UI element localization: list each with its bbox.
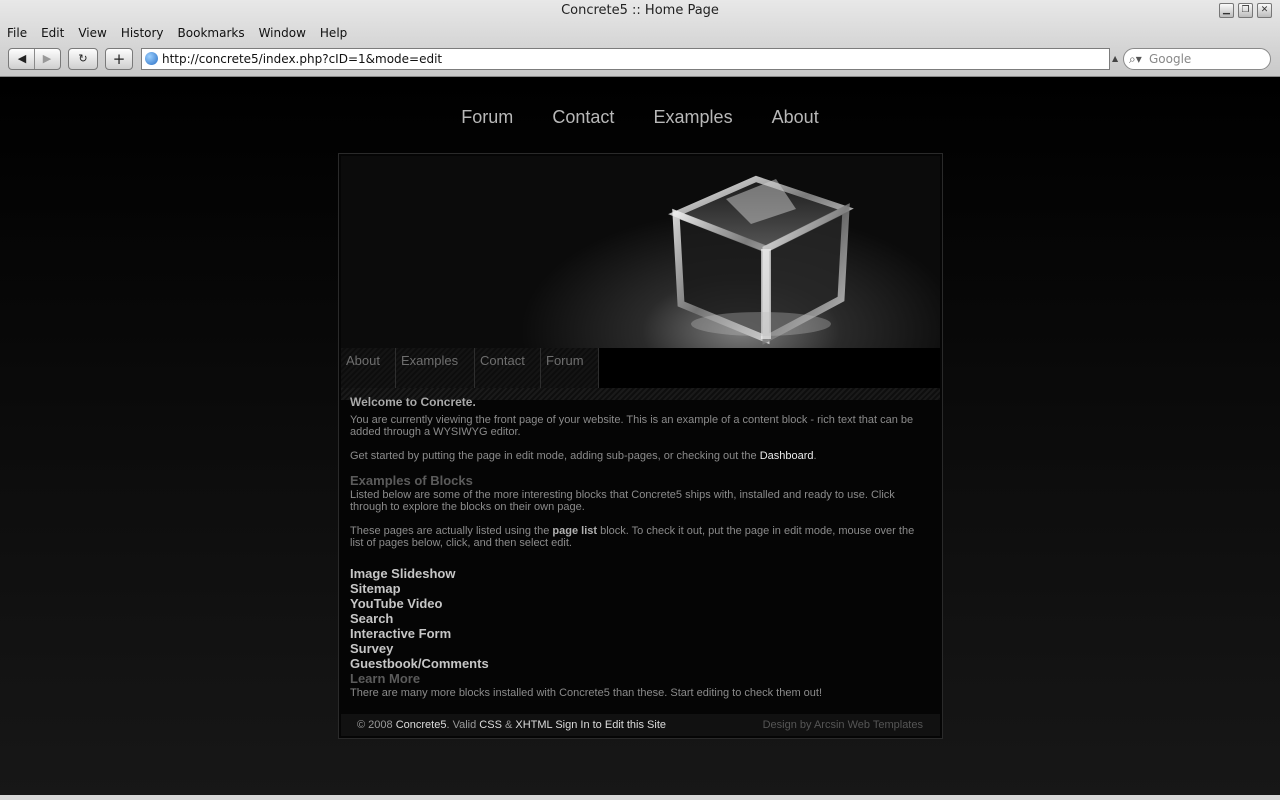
menu-help[interactable]: Help (313, 24, 354, 42)
glass-cube-image (668, 175, 854, 345)
list-item[interactable]: Sitemap (350, 581, 489, 596)
search-placeholder: Google (1149, 52, 1192, 66)
top-nav-examples[interactable]: Examples (654, 107, 733, 128)
back-forward-group: ◀ ▶ (8, 48, 61, 70)
sub-nav-about[interactable]: About (341, 348, 396, 388)
list-item[interactable]: Survey (350, 641, 489, 656)
globe-icon (145, 52, 158, 65)
ampersand-text: & (504, 719, 513, 731)
list-item[interactable]: Guestbook/Comments (350, 656, 489, 671)
browser-chrome: Concrete5 :: Home Page ▁ ❐ ✕ File Edit V… (0, 0, 1280, 77)
menu-bar: File Edit View History Bookmarks Window … (0, 24, 354, 42)
url-dropdown-icon[interactable]: ▲ (1112, 54, 1118, 63)
top-nav-contact[interactable]: Contact (552, 107, 614, 128)
dashboard-link[interactable]: Dashboard (760, 450, 814, 462)
status-bar (0, 795, 1280, 800)
page-list-bold: page list (552, 525, 598, 537)
address-bar[interactable]: http://concrete5/index.php?cID=1&mode=ed… (141, 48, 1110, 70)
sub-nav-forum[interactable]: Forum (541, 348, 599, 388)
search-field[interactable]: ⌕▾ Google (1123, 48, 1271, 70)
menu-edit[interactable]: Edit (34, 24, 71, 42)
get-started-label: Get started by putting the page in edit … (350, 450, 757, 462)
sub-nav-contact[interactable]: Contact (475, 348, 541, 388)
get-started-end: . (813, 450, 817, 462)
plus-icon[interactable]: + (105, 48, 133, 70)
search-icon: ⌕▾ (1129, 52, 1142, 66)
menu-history[interactable]: History (114, 24, 171, 42)
learn-more-text: There are many more blocks installed wit… (350, 687, 823, 699)
css-link[interactable]: CSS (479, 719, 502, 731)
footer-left: © 2008 Concrete5. Valid CSS & XHTML Sign… (357, 714, 666, 736)
get-started-text: Get started by putting the page in edit … (350, 450, 930, 462)
forward-arrow-icon[interactable]: ▶ (34, 49, 59, 69)
sub-nav-examples[interactable]: Examples (396, 348, 475, 388)
list-item[interactable]: Interactive Form (350, 626, 489, 641)
menu-window[interactable]: Window (252, 24, 313, 42)
header-banner (341, 156, 940, 348)
back-arrow-icon[interactable]: ◀ (10, 49, 34, 69)
sub-navigation: About Examples Contact Forum (341, 348, 940, 388)
site-footer: © 2008 Concrete5. Valid CSS & XHTML Sign… (341, 714, 940, 736)
minimize-icon[interactable]: ▁ (1219, 3, 1234, 18)
reload-icon[interactable]: ↻ (68, 48, 98, 70)
top-nav-about[interactable]: About (772, 107, 819, 128)
top-navigation: Forum Contact Examples About (0, 107, 1280, 128)
learn-more-heading: Learn More (350, 671, 421, 686)
sign-in-link[interactable]: Sign In to Edit this Site (555, 719, 666, 731)
list-item[interactable]: Image Slideshow (350, 566, 489, 581)
navigation-toolbar: ◀ ▶ ↻ + http://concrete5/index.php?cID=1&… (0, 46, 1280, 72)
list-item[interactable]: Search (350, 611, 489, 626)
copyright-text: © 2008 (357, 719, 393, 731)
list-item[interactable]: YouTube Video (350, 596, 489, 611)
concrete5-link[interactable]: Concrete5 (396, 719, 447, 731)
page-list: Image Slideshow Sitemap YouTube Video Se… (350, 566, 489, 671)
web-page: Forum Contact Examples About About Examp… (0, 77, 1280, 795)
valid-text: . Valid (446, 719, 477, 731)
menu-bookmarks[interactable]: Bookmarks (171, 24, 252, 42)
close-icon[interactable]: ✕ (1257, 3, 1272, 18)
menu-file[interactable]: File (0, 24, 34, 42)
blocks-heading: Examples of Blocks (350, 473, 473, 488)
menu-view[interactable]: View (71, 24, 113, 42)
window-title: Concrete5 :: Home Page (561, 3, 719, 18)
welcome-heading: Welcome to Concrete. (350, 395, 476, 409)
site-container: About Examples Contact Forum Welcome to … (338, 153, 943, 739)
welcome-text: You are currently viewing the front page… (350, 414, 914, 438)
url-text: http://concrete5/index.php?cID=1&mode=ed… (162, 52, 443, 66)
top-nav-forum[interactable]: Forum (461, 107, 513, 128)
blocks-text: Listed below are some of the more intere… (350, 489, 895, 513)
restore-icon[interactable]: ❐ (1238, 3, 1253, 18)
window-controls: ▁ ❐ ✕ (1219, 3, 1272, 18)
page-list-pre: These pages are actually listed using th… (350, 525, 550, 537)
page-list-text: These pages are actually listed using th… (350, 525, 930, 549)
design-credit-link[interactable]: Design by Arcsin Web Templates (763, 714, 923, 736)
xhtml-link[interactable]: XHTML (515, 719, 552, 731)
